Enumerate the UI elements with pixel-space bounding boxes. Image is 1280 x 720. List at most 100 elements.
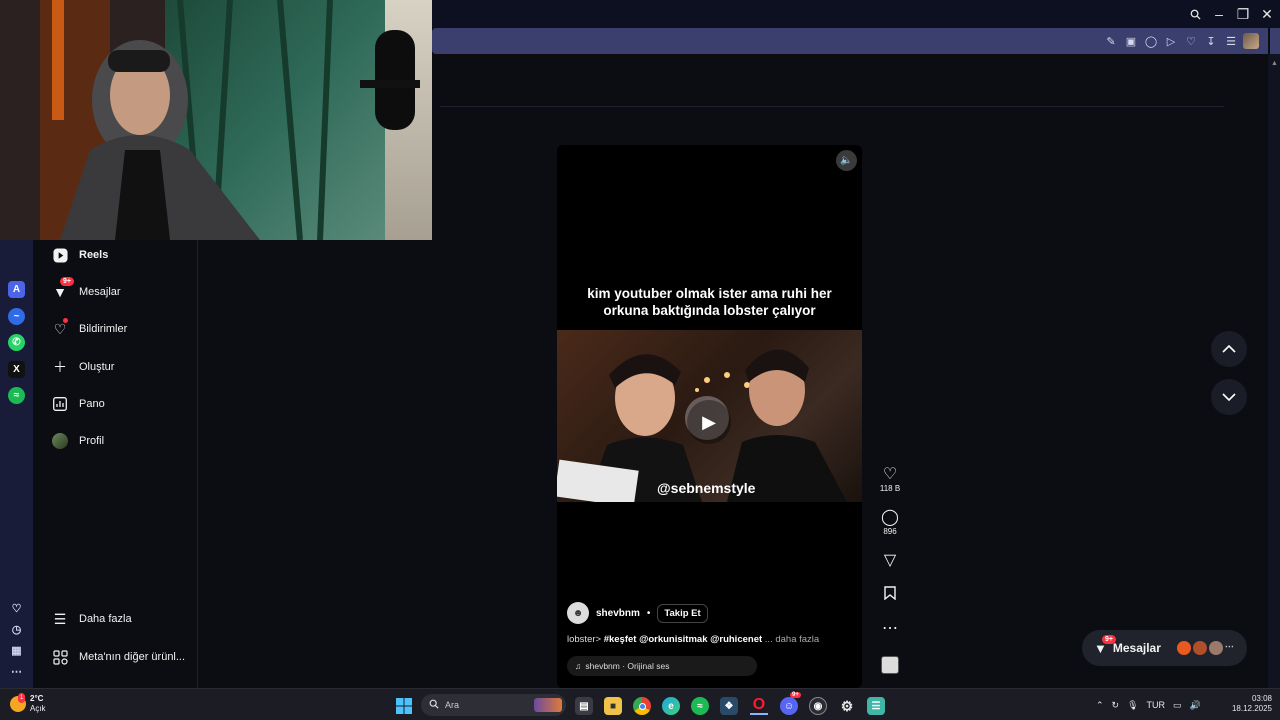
audio-thumbnail-image [881, 656, 899, 674]
share-button[interactable]: ▽ [872, 552, 908, 570]
volume-icon[interactable]: 🔈 [836, 150, 857, 171]
whatsapp-icon[interactable]: ✆ [8, 334, 25, 351]
messages-pill-badge: 9+ [1102, 634, 1116, 644]
windows-taskbar: 1 2°C Açık Ara ▤ ■ e ≈ ❖ O ☺ 9+ ◉ ⚙ ☰ ⌃ ↻… [0, 688, 1280, 720]
desc-tags[interactable]: #keşfet @orkunisitmak @ruhicenet [604, 634, 762, 645]
spotify-icon[interactable]: ≈ [8, 387, 25, 404]
language-indicator[interactable]: TUR [1147, 700, 1166, 710]
messenger-icon[interactable]: ~ [8, 308, 25, 325]
history-icon[interactable]: ◷ [8, 621, 25, 638]
avatar [1176, 641, 1191, 655]
heart-icon[interactable]: ♡ [1181, 31, 1201, 51]
volume-icon[interactable]: 🔊 [1190, 700, 1201, 711]
taskbar-search[interactable]: Ara [421, 694, 566, 716]
messenger-icon: ▼ 9+ [1094, 634, 1116, 656]
comment-button[interactable]: ◯ 896 [872, 509, 908, 536]
sidebar-item-create[interactable]: ＋ Oluştur [51, 355, 114, 379]
follow-button[interactable]: Takip Et [657, 603, 708, 623]
more-icon: ⋯ [882, 620, 898, 637]
video-watermark: @sebnemstyle [657, 480, 756, 496]
search-highlight-image [534, 698, 562, 712]
bookmark-icon [884, 586, 896, 605]
reel-video-frame[interactable]: ▶ @sebnemstyle [557, 330, 862, 502]
search-icon[interactable] [1183, 4, 1207, 24]
heart-icon: ♡ [882, 466, 898, 483]
sidebar-item-reels[interactable]: Reels [51, 243, 108, 267]
sidebar-item-label: Profil [79, 435, 105, 447]
scroll-up-arrow[interactable]: ▲ [1271, 60, 1278, 67]
notepad-icon[interactable]: ☰ [867, 697, 885, 715]
weather-widget[interactable]: 1 2°C Açık [10, 693, 46, 714]
taskbar-clock[interactable]: 03:08 18.12.2025 [1226, 694, 1272, 714]
sync-icon[interactable]: ↻ [1112, 700, 1120, 711]
clock-date: 18.12.2025 [1231, 704, 1272, 713]
save-button[interactable] [872, 586, 908, 605]
audio-pill[interactable]: ♫ shevbnm · Orijinal ses [567, 656, 757, 676]
display-icon[interactable]: ▭ [1173, 700, 1182, 711]
settings-icon[interactable]: ⚙ [838, 697, 856, 715]
discord-icon[interactable]: ☺ 9+ [780, 692, 801, 715]
close-button[interactable]: ✕ [1255, 4, 1279, 24]
edge-icon[interactable]: e [662, 697, 680, 715]
x-icon[interactable]: X [8, 361, 25, 378]
sidebar-item-label: Bildirimler [79, 323, 128, 335]
microphone-icon[interactable]: 🎙 [1127, 700, 1138, 711]
camera-icon[interactable]: ▣ [1121, 31, 1141, 51]
sidebar-item-messages[interactable]: ▼ 9+ Mesajlar [51, 277, 121, 304]
file-explorer-icon[interactable]: ■ [604, 697, 622, 715]
play-icon[interactable]: ▶ [687, 400, 731, 444]
download-icon[interactable]: ↧ [1201, 31, 1221, 51]
comment-count: 896 [883, 527, 897, 536]
play-icon[interactable]: ▷ [1161, 31, 1181, 51]
aria-icon[interactable]: A [8, 281, 25, 298]
instagram-sidebar: Reels ▼ 9+ Mesajlar ♡ Bildirimler ＋ Oluşt… [33, 240, 198, 688]
heart-icon[interactable]: ♡ [8, 600, 25, 617]
reel-caption-overlay: kim youtuber olmak ister ama ruhi her or… [557, 285, 862, 319]
more-options-button[interactable]: ⋯ [872, 620, 908, 638]
profile-avatar[interactable] [1241, 31, 1261, 51]
more-icon[interactable]: ⋯ [8, 663, 25, 680]
notes-icon[interactable]: ▦ [8, 642, 25, 659]
header-divider [440, 106, 1224, 107]
task-view-icon[interactable]: ▤ [575, 697, 593, 715]
game-app-icon[interactable]: ❖ [720, 697, 738, 715]
edit-icon[interactable]: ✎ [1101, 31, 1121, 51]
sidebar-item-profile[interactable]: Profil [51, 429, 104, 453]
audio-thumbnail[interactable] [872, 656, 908, 674]
reel-player[interactable]: 🔈 kim youtuber olmak ister ama ruhi her … [557, 145, 862, 688]
next-reel-button[interactable] [1211, 379, 1247, 415]
spotify-icon[interactable]: ≈ [691, 697, 709, 715]
chevron-up-icon [1222, 345, 1236, 353]
restore-button[interactable]: ❐ [1231, 4, 1255, 24]
reel-author-row: ☻ shevbnm • Takip Et [567, 601, 708, 625]
shield-icon[interactable]: ◯ [1141, 31, 1161, 51]
sidebar-item-more[interactable]: ☰ Daha fazla [51, 607, 132, 631]
author-name[interactable]: shevbnm [596, 608, 640, 619]
scrollbar[interactable]: ▲ [1268, 54, 1280, 688]
author-avatar[interactable]: ☻ [567, 602, 589, 624]
dashboard-icon [51, 395, 69, 413]
chevron-up-icon[interactable]: ⌃ [1096, 700, 1104, 711]
notification-dot [63, 318, 68, 323]
opera-icon[interactable]: O [750, 696, 768, 715]
minimize-button[interactable]: – [1207, 4, 1231, 24]
avatar [1192, 641, 1207, 655]
previous-reel-button[interactable] [1211, 331, 1247, 367]
browser-sidebar-rail: A ~ ✆ X ≈ ♡ ◷ ▦ ⋯ [0, 240, 33, 688]
discord-badge: 9+ [790, 692, 801, 698]
more-icon: ⋯ [1224, 641, 1234, 651]
menu-icon[interactable]: ☰ [1221, 31, 1241, 51]
chrome-icon[interactable] [633, 697, 651, 715]
like-button[interactable]: ♡ 118 B [872, 466, 908, 493]
heart-icon: ♡ [51, 318, 69, 338]
webcam-overlay [0, 0, 432, 240]
more-link[interactable]: ... daha fazla [765, 634, 819, 645]
sidebar-item-meta-products[interactable]: Meta'nın diğer ürünl... [51, 645, 185, 669]
chevron-down-icon [1222, 393, 1236, 401]
windows-start-icon[interactable] [395, 697, 413, 715]
messages-pill[interactable]: ▼ 9+ Mesajlar ⋯ [1082, 630, 1247, 666]
steam-icon[interactable]: ◉ [809, 697, 827, 715]
system-tray: ⌃ ↻ 🎙 TUR ▭ 🔊 [1096, 693, 1201, 717]
sidebar-item-dashboard[interactable]: Pano [51, 392, 105, 416]
sidebar-item-notifications[interactable]: ♡ Bildirimler [51, 317, 127, 341]
